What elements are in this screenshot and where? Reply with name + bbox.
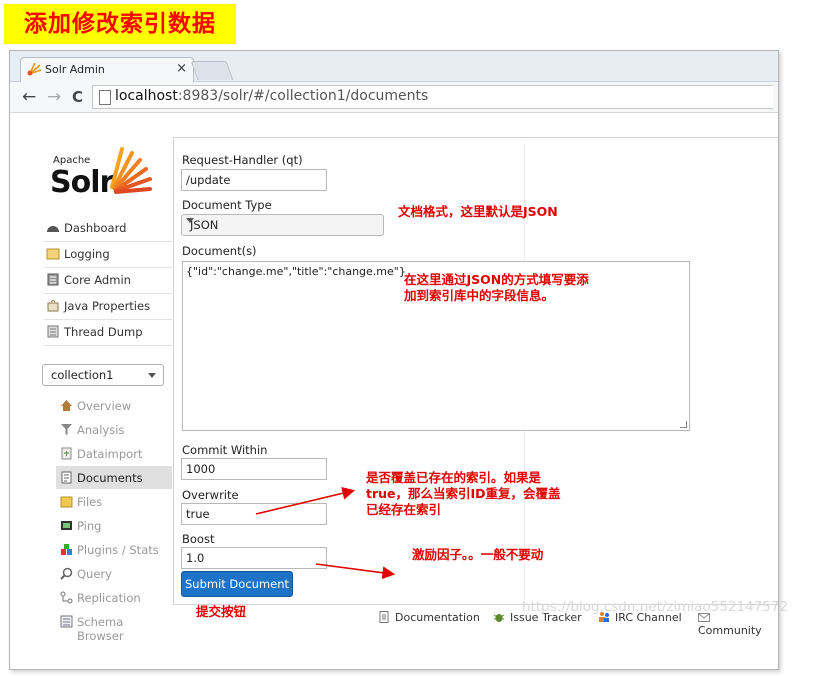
- boost-arrow: [315, 563, 396, 580]
- watermark: https://blog.csdn.net/zimiao552147572: [522, 599, 788, 615]
- annotation-arrows: [255, 487, 396, 580]
- overwrite-arrow: [255, 487, 356, 515]
